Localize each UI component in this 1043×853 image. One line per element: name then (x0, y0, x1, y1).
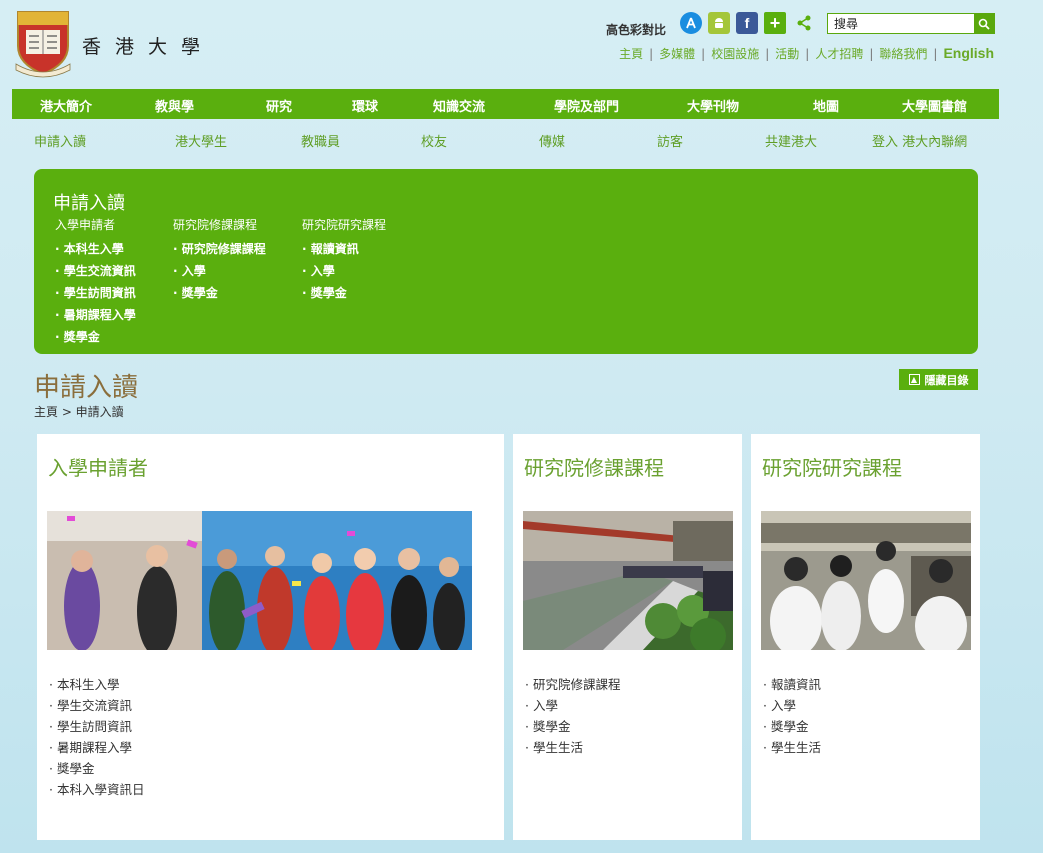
nav-about[interactable]: 港大簡介 (40, 96, 92, 115)
hide-menu-button[interactable]: ▲ 隱藏目錄 (899, 369, 978, 390)
search-bar (827, 13, 995, 34)
dropdown-column-heading[interactable]: 研究院修課課程 (173, 216, 266, 233)
add-icon[interactable]: + (764, 12, 786, 34)
nav-teaching[interactable]: 教與學 (155, 96, 194, 115)
top-link-multimedia[interactable]: 多媒體 (659, 47, 695, 61)
dropdown-link: · 本科生入學 (55, 240, 136, 262)
list-item: · 本科入學資訊日 (49, 779, 144, 800)
list-item: · 獎學金 (525, 716, 620, 737)
dropdown-link: · 學生交流資訊 (55, 262, 136, 284)
dropdown-link: · 入學 (173, 262, 266, 284)
dropdown-link: · 獎學金 (302, 284, 386, 306)
breadcrumb: 主頁 > 申請入讀 (34, 403, 124, 420)
list-item: · 獎學金 (763, 716, 821, 737)
list-item: · 本科生入學 (49, 674, 144, 695)
card-title[interactable]: 研究院修課課程 (524, 452, 664, 481)
nav-map[interactable]: 地圖 (813, 96, 839, 115)
nav-publications[interactable]: 大學刊物 (687, 96, 739, 115)
top-link-jobs[interactable]: 人才招聘 (815, 47, 863, 61)
app-store-icon[interactable] (680, 12, 702, 34)
search-icon (978, 18, 990, 30)
nav-library[interactable]: 大學圖書館 (902, 96, 967, 115)
list-item: · 學生交流資訊 (49, 695, 144, 716)
search-button[interactable] (974, 14, 994, 33)
students-celebration-photo[interactable] (47, 511, 472, 650)
dropdown-column-heading[interactable]: 入學申請者 (55, 216, 136, 233)
card-title[interactable]: 研究院研究課程 (762, 452, 902, 481)
dropdown-column-heading[interactable]: 研究院研究課程 (302, 216, 386, 233)
hku-crest-logo[interactable] (12, 8, 74, 78)
card-link-list: · 研究院修課課程 · 入學 · 獎學金 · 學生生活 (525, 674, 620, 758)
card-link-list: · 報讀資訊 · 入學 · 獎學金 · 學生生活 (763, 674, 821, 758)
english-link[interactable]: English (943, 45, 994, 61)
list-item: · 入學 (525, 695, 620, 716)
list-item: · 學生生活 (525, 737, 620, 758)
dropdown-column-taught-postgrad: 研究院修課課程 · 研究院修課課程 · 入學 · 獎學金 (173, 216, 266, 306)
list-item: · 學生訪問資訊 (49, 716, 144, 737)
top-link-contact[interactable]: 聯絡我們 (879, 47, 927, 61)
campus-hall-photo[interactable] (523, 511, 733, 650)
card-title[interactable]: 入學申請者 (48, 452, 148, 481)
dropdown-link: · 獎學金 (55, 328, 136, 350)
card-link-list: · 本科生入學 · 學生交流資訊 · 學生訪問資訊 · 暑期課程入學 · 獎學金… (49, 674, 144, 800)
dropdown-link: · 獎學金 (173, 284, 266, 306)
card-applicants: 入學申請者 (37, 434, 504, 840)
aud-apply[interactable]: 申請入讀 (34, 131, 86, 150)
facebook-icon[interactable]: f (736, 12, 758, 34)
nav-faculties[interactable]: 學院及部門 (554, 96, 619, 115)
list-item: · 學生生活 (763, 737, 821, 758)
card-research-postgrad: 研究院研究課程 · 報讀資訊 · 入學 · 獎學金 · 學生生活 (751, 434, 980, 840)
hide-menu-label: 隱藏目錄 (925, 372, 969, 388)
nav-knowledge-exchange[interactable]: 知識交流 (433, 96, 485, 115)
list-item: · 報讀資訊 (763, 674, 821, 695)
top-links: 主頁|多媒體|校園設施|活動|人才招聘|聯絡我們|English (619, 45, 994, 62)
dropdown-link: · 暑期課程入學 (55, 306, 136, 328)
dropdown-column-applicants: 入學申請者 · 本科生入學 · 學生交流資訊 · 學生訪問資訊 · 暑期課程入學… (55, 216, 136, 350)
dropdown-column-research-postgrad: 研究院研究課程 · 報讀資訊 · 入學 · 獎學金 (302, 216, 386, 306)
search-input[interactable] (828, 14, 974, 33)
nav-global[interactable]: 環球 (352, 96, 378, 115)
aud-students[interactable]: 港大學生 (175, 131, 227, 150)
dropdown-link: · 學生訪問資訊 (55, 284, 136, 306)
list-item: · 獎學金 (49, 758, 144, 779)
dropdown-link: · 入學 (302, 262, 386, 284)
main-nav: 港大簡介 教與學 研究 環球 知識交流 學院及部門 大學刊物 地圖 大學圖書館 (12, 89, 999, 119)
share-icon[interactable] (793, 12, 815, 34)
university-name: 香港大學 (82, 32, 214, 59)
aud-giving[interactable]: 共建港大 (765, 131, 817, 150)
card-taught-postgrad: 研究院修課課程 · 研究院修課課程 · 入學 · 獎學金 · 學生生活 (513, 434, 742, 840)
android-icon[interactable] (708, 12, 730, 34)
collapse-icon: ▲ (909, 374, 920, 385)
aud-alumni[interactable]: 校友 (421, 131, 447, 150)
list-item: · 研究院修課課程 (525, 674, 620, 695)
page-title: 申請入讀 (34, 367, 138, 404)
dropdown-title: 申請入讀 (53, 189, 125, 215)
high-contrast-toggle[interactable]: 高色彩對比 (606, 21, 666, 38)
dropdown-link: · 研究院修課課程 (173, 240, 266, 262)
nav-research[interactable]: 研究 (266, 96, 292, 115)
aud-staff[interactable]: 教職員 (301, 131, 340, 150)
aud-portal-login[interactable]: 登入 港大內聯網 (872, 131, 967, 150)
dropdown-link: · 報讀資訊 (302, 240, 386, 262)
site-header: 香港大學 高色彩對比 f + 主頁|多媒體|校園設施|活動|人才招聘|聯絡我們|… (0, 0, 1043, 88)
aud-media[interactable]: 傳媒 (539, 131, 565, 150)
top-link-facilities[interactable]: 校園設施 (711, 47, 759, 61)
list-item: · 入學 (763, 695, 821, 716)
laboratory-photo[interactable] (761, 511, 971, 650)
top-link-home[interactable]: 主頁 (619, 47, 643, 61)
apply-dropdown-panel: 申請入讀 入學申請者 · 本科生入學 · 學生交流資訊 · 學生訪問資訊 · 暑… (34, 169, 978, 354)
aud-visitors[interactable]: 訪客 (657, 131, 683, 150)
list-item: · 暑期課程入學 (49, 737, 144, 758)
top-link-events[interactable]: 活動 (775, 47, 799, 61)
